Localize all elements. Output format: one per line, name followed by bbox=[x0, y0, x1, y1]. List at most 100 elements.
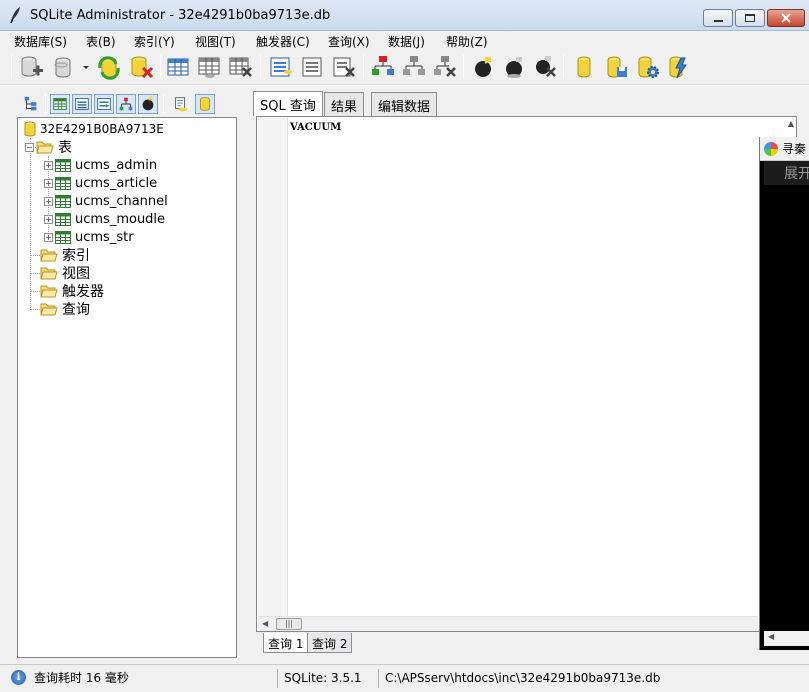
query-time-status: 查询耗时 16 毫秒 bbox=[34, 671, 129, 685]
menu-bar: 数据库(S) 表(B) 索引(Y) 视图(T) 触发器(C) 查询(X) 数据(… bbox=[0, 31, 809, 51]
edit-index-icon[interactable] bbox=[300, 54, 326, 80]
tab-results[interactable]: 结果 bbox=[324, 92, 365, 116]
table-icon bbox=[55, 158, 71, 172]
add-database-icon[interactable] bbox=[18, 54, 44, 80]
close-button[interactable] bbox=[767, 9, 805, 27]
sql-code[interactable]: VACUUM bbox=[290, 122, 341, 133]
expand-icon[interactable]: + bbox=[44, 160, 53, 170]
create-view-icon[interactable] bbox=[370, 54, 396, 80]
app-feather-icon bbox=[10, 7, 20, 24]
drop-view-icon[interactable] bbox=[432, 54, 458, 80]
expand-icon[interactable]: + bbox=[44, 232, 53, 242]
table-name: ucms_str bbox=[75, 229, 134, 245]
tab-sql-query[interactable]: SQL 查询 bbox=[253, 91, 323, 116]
table-name: ucms_moudle bbox=[75, 211, 166, 227]
tree-indexes-node[interactable]: 索引 bbox=[40, 246, 90, 264]
table-name: ucms_channel bbox=[75, 193, 168, 209]
tree-view-icon[interactable] bbox=[21, 94, 41, 114]
tree-table-item[interactable]: + ucms_channel bbox=[44, 192, 168, 210]
table-name: ucms_admin bbox=[75, 157, 158, 173]
save-query-icon[interactable] bbox=[603, 54, 629, 80]
tree-tables-node[interactable]: − 表 bbox=[25, 138, 72, 156]
tab-query-1[interactable]: 查询 1 bbox=[263, 633, 309, 653]
menu-trigger[interactable]: 触发器(C) bbox=[256, 33, 310, 50]
refresh-database-icon[interactable] bbox=[96, 54, 122, 80]
sqlite-version-status: SQLite: 3.5.1 bbox=[284, 671, 362, 685]
drop-table-icon[interactable] bbox=[228, 54, 254, 80]
tree-table-item[interactable]: + ucms_str bbox=[44, 228, 134, 246]
folder-icon bbox=[40, 285, 58, 298]
folder-open-icon bbox=[36, 141, 54, 154]
tree-table-item[interactable]: + ucms_moudle bbox=[44, 210, 165, 228]
tables-filter-icon[interactable] bbox=[50, 94, 70, 114]
maximize-button[interactable] bbox=[735, 9, 765, 27]
open-database-icon[interactable] bbox=[50, 54, 76, 80]
overlay-window[interactable]: 寻秦 展开 ◀ bbox=[759, 137, 809, 650]
overlay-expand-button[interactable]: 展开 bbox=[764, 161, 809, 185]
info-icon: i bbox=[11, 670, 26, 685]
horizontal-scrollbar[interactable]: ◀ ||| bbox=[258, 616, 758, 631]
menu-view[interactable]: 视图(T) bbox=[195, 33, 236, 50]
database-icon bbox=[24, 121, 36, 137]
new-query-icon[interactable] bbox=[571, 54, 597, 80]
drop-trigger-icon[interactable] bbox=[532, 54, 558, 80]
settings-icon[interactable] bbox=[634, 54, 660, 80]
tree-toolbar bbox=[17, 93, 237, 117]
folder-icon bbox=[40, 267, 58, 280]
overlay-title-bar: 寻秦 bbox=[760, 137, 809, 161]
tree-views-node[interactable]: 视图 bbox=[40, 264, 90, 282]
minimize-button[interactable] bbox=[703, 9, 733, 27]
create-trigger-icon[interactable] bbox=[470, 54, 496, 80]
line-gutter bbox=[258, 118, 288, 616]
expand-icon[interactable]: + bbox=[44, 178, 53, 188]
collapse-icon[interactable]: − bbox=[25, 142, 34, 152]
delete-database-icon[interactable] bbox=[128, 54, 154, 80]
tree-queries-node[interactable]: 查询 bbox=[40, 300, 90, 318]
tree-database-node[interactable]: 32E4291B0BA9713E bbox=[24, 120, 164, 138]
overlay-scrollbar[interactable]: ◀ bbox=[764, 631, 809, 646]
table-name: ucms_article bbox=[75, 175, 158, 191]
create-table-icon[interactable] bbox=[166, 54, 192, 80]
edit-trigger-icon[interactable] bbox=[501, 54, 527, 80]
folder-icon bbox=[40, 303, 58, 316]
sql-editor[interactable]: VACUUM ▲ ◀ ||| bbox=[256, 116, 797, 632]
database-name: 32E4291B0BA9713E bbox=[40, 122, 164, 136]
tree-table-item[interactable]: + ucms_article bbox=[44, 174, 157, 192]
tables-label: 表 bbox=[58, 140, 72, 156]
indexes-filter-icon[interactable] bbox=[72, 94, 92, 114]
expand-icon[interactable]: + bbox=[44, 196, 53, 206]
triggers-label: 触发器 bbox=[62, 284, 104, 300]
create-index-icon[interactable] bbox=[268, 54, 294, 80]
dropdown-arrow-icon[interactable] bbox=[80, 54, 92, 80]
diagram-filter-icon[interactable] bbox=[116, 94, 136, 114]
menu-data[interactable]: 数据(J) bbox=[388, 33, 425, 50]
title-bar: SQLite Administrator - 32e4291b0ba9713e.… bbox=[0, 0, 809, 31]
menu-query[interactable]: 查询(X) bbox=[328, 33, 370, 50]
menu-index[interactable]: 索引(Y) bbox=[134, 33, 175, 50]
close-icon bbox=[781, 13, 791, 23]
edit-view-icon[interactable] bbox=[401, 54, 427, 80]
tree-triggers-node[interactable]: 触发器 bbox=[40, 282, 104, 300]
query-list-icon[interactable] bbox=[171, 94, 191, 114]
scroll-thumb[interactable]: ||| bbox=[276, 618, 302, 630]
app-logo-icon bbox=[764, 141, 778, 156]
tab-edit-data[interactable]: 编辑数据 bbox=[371, 92, 438, 116]
menu-help[interactable]: 帮助(Z) bbox=[446, 33, 488, 50]
tree-table-item[interactable]: + ucms_admin bbox=[44, 156, 157, 174]
drop-index-icon[interactable] bbox=[331, 54, 357, 80]
menu-database[interactable]: 数据库(S) bbox=[14, 33, 67, 50]
tab-query-2[interactable]: 查询 2 bbox=[307, 633, 353, 653]
scroll-left-icon[interactable]: ◀ bbox=[262, 619, 268, 628]
scroll-up-icon[interactable]: ▲ bbox=[788, 119, 794, 128]
query-db-icon[interactable] bbox=[195, 94, 215, 114]
execute-icon[interactable] bbox=[665, 54, 691, 80]
views-filter-icon[interactable] bbox=[94, 94, 114, 114]
window-title: SQLite Administrator - 32e4291b0ba9713e.… bbox=[30, 8, 331, 23]
menu-table[interactable]: 表(B) bbox=[86, 33, 116, 50]
views-label: 视图 bbox=[62, 266, 90, 282]
edit-table-icon[interactable] bbox=[197, 54, 223, 80]
scroll-left-icon[interactable]: ◀ bbox=[768, 632, 774, 641]
triggers-filter-icon[interactable] bbox=[138, 94, 158, 114]
expand-icon[interactable]: + bbox=[44, 214, 53, 224]
table-icon bbox=[55, 176, 71, 190]
